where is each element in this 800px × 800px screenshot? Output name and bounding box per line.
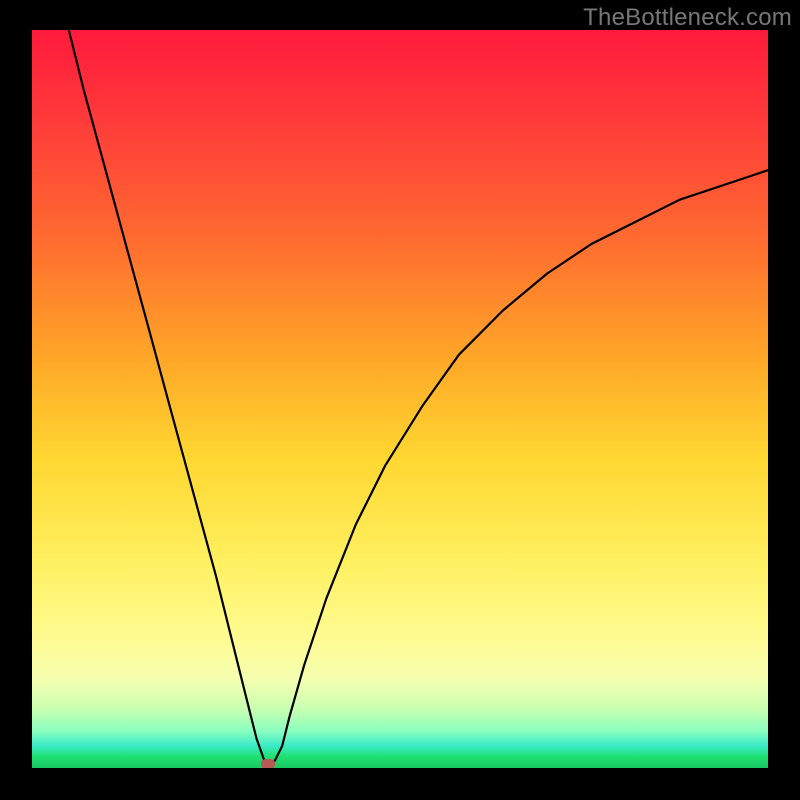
plot-area <box>32 30 768 768</box>
bottleneck-curve <box>32 30 768 768</box>
optimum-marker <box>261 759 275 768</box>
watermark-text: TheBottleneck.com <box>583 4 792 32</box>
chart-frame: TheBottleneck.com <box>0 0 800 800</box>
